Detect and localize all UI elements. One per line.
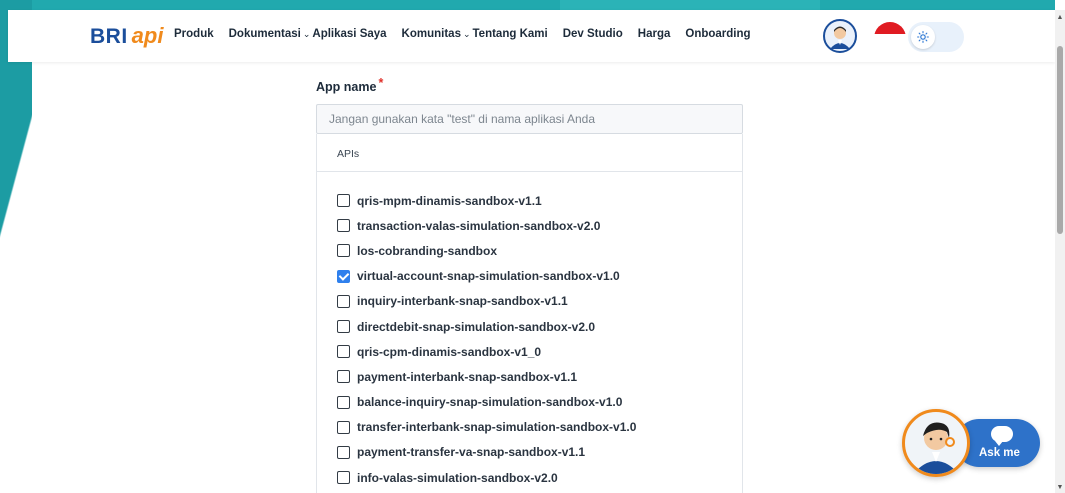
nav-item-label: Aplikasi Saya <box>312 28 387 40</box>
brand-logo[interactable]: BRI api <box>90 23 163 49</box>
nav-item-aplikasi-saya[interactable]: Aplikasi Saya <box>312 28 386 40</box>
checkbox[interactable] <box>337 471 350 485</box>
nav-item-label: Dokumentasi <box>228 28 301 40</box>
api-option[interactable]: info-valas-simulation-sandbox-v2.0 <box>337 465 742 490</box>
api-option-label: inquiry-interbank-snap-sandbox-v1.1 <box>357 294 568 309</box>
required-marker: * <box>378 76 384 90</box>
api-checkbox-list: qris-mpm-dinamis-sandbox-v1.1 transaction… <box>317 172 742 490</box>
api-option-label: balance-inquiry-snap-simulation-sandbox-… <box>357 395 623 410</box>
api-option[interactable]: inquiry-interbank-snap-sandbox-v1.1 <box>337 289 742 314</box>
app-name-label: App name * <box>316 76 384 94</box>
nav-item-tentang-kami[interactable]: Tentang Kami <box>473 28 548 40</box>
api-option-label: payment-interbank-snap-sandbox-v1.1 <box>357 369 578 384</box>
chat-bubble-icon <box>991 426 1013 446</box>
nav-item-label: Produk <box>174 28 214 40</box>
scroll-down-arrow-icon[interactable]: ▼ <box>1055 484 1065 491</box>
checkbox[interactable] <box>337 219 350 233</box>
api-option-label: directdebit-snap-simulation-sandbox-v2.0 <box>357 319 596 334</box>
theme-toggle[interactable] <box>908 22 964 52</box>
page-scrollbar[interactable]: ▲ ▼ <box>1055 10 1065 493</box>
scroll-up-arrow-icon[interactable]: ▲ <box>1055 14 1065 21</box>
apis-panel: APIs qris-mpm-dinamis-sandbox-v1.1 transa… <box>316 134 743 493</box>
logo-primary-text: BRI <box>90 25 128 48</box>
checkbox[interactable] <box>337 445 350 459</box>
api-option[interactable]: directdebit-snap-simulation-sandbox-v2.0 <box>337 314 742 339</box>
checkbox[interactable] <box>337 420 350 434</box>
top-navbar: BRI api Produk Dokumentasi ⌄ Aplikasi Saya K… <box>8 10 1055 62</box>
checkbox-checked[interactable] <box>337 269 350 283</box>
checkbox[interactable] <box>337 194 350 208</box>
api-option-label: qris-mpm-dinamis-sandbox-v1.1 <box>357 193 542 208</box>
checkbox[interactable] <box>337 345 350 359</box>
chevron-down-icon: ⌄ <box>462 28 471 39</box>
api-option[interactable]: transfer-interbank-snap-simulation-sandb… <box>337 415 742 440</box>
nav-item-produk[interactable]: Produk <box>174 28 214 40</box>
nav-item-label: Dev Studio <box>562 28 623 40</box>
main-nav: Produk Dokumentasi ⌄ Aplikasi Saya Komunitas… <box>174 28 766 40</box>
api-option-label: qris-cpm-dinamis-sandbox-v1_0 <box>357 344 542 359</box>
api-option[interactable]: los-cobranding-sandbox <box>337 238 742 263</box>
checkbox[interactable] <box>337 294 350 308</box>
api-option[interactable]: payment-transfer-va-snap-sandbox-v1.1 <box>337 440 742 465</box>
sun-icon <box>911 25 935 49</box>
checkbox[interactable] <box>337 244 350 258</box>
nav-item-label: Onboarding <box>685 28 751 40</box>
nav-item-label: Komunitas <box>401 28 461 40</box>
api-option[interactable]: transaction-valas-simulation-sandbox-v2.… <box>337 213 742 238</box>
api-option-label: transfer-interbank-snap-simulation-sandb… <box>357 420 637 435</box>
scrollbar-thumb[interactable] <box>1057 46 1063 234</box>
api-option[interactable]: qris-cpm-dinamis-sandbox-v1_0 <box>337 339 742 364</box>
api-option[interactable]: virtual-account-snap-simulation-sandbox-… <box>337 264 742 289</box>
logo-secondary-text: api <box>131 23 164 48</box>
apis-header: APIs <box>317 134 742 172</box>
checkbox[interactable] <box>337 395 350 409</box>
api-option[interactable]: balance-inquiry-snap-simulation-sandbox-… <box>337 390 742 415</box>
nav-item-label: Harga <box>637 28 671 40</box>
nav-item-onboarding[interactable]: Onboarding <box>685 28 750 40</box>
checkbox[interactable] <box>337 320 350 334</box>
nav-item-komunitas[interactable]: Komunitas ⌄ <box>402 28 471 40</box>
chevron-down-icon: ⌄ <box>302 28 311 39</box>
api-option[interactable]: payment-interbank-snap-sandbox-v1.1 <box>337 364 742 389</box>
indonesia-flag-icon[interactable] <box>874 22 906 46</box>
api-option-label: payment-transfer-va-snap-sandbox-v1.1 <box>357 445 586 460</box>
app-name-input[interactable] <box>316 104 743 134</box>
api-option-label: transaction-valas-simulation-sandbox-v2.… <box>357 218 601 233</box>
api-option-label: los-cobranding-sandbox <box>357 243 498 258</box>
api-option-label: virtual-account-snap-simulation-sandbox-… <box>357 269 620 284</box>
ask-me-label: Ask me <box>979 447 1020 459</box>
user-avatar-icon[interactable] <box>823 19 857 53</box>
checkbox[interactable] <box>337 370 350 384</box>
nav-item-dokumentasi[interactable]: Dokumentasi ⌄ <box>229 28 311 40</box>
nav-item-label: Tentang Kami <box>472 28 548 40</box>
background-left-shape <box>0 0 32 493</box>
assistant-avatar-icon[interactable] <box>902 409 970 477</box>
api-option-label: info-valas-simulation-sandbox-v2.0 <box>357 470 558 485</box>
nav-item-dev-studio[interactable]: Dev Studio <box>563 28 623 40</box>
api-option[interactable]: qris-mpm-dinamis-sandbox-v1.1 <box>337 188 742 213</box>
nav-item-harga[interactable]: Harga <box>638 28 671 40</box>
